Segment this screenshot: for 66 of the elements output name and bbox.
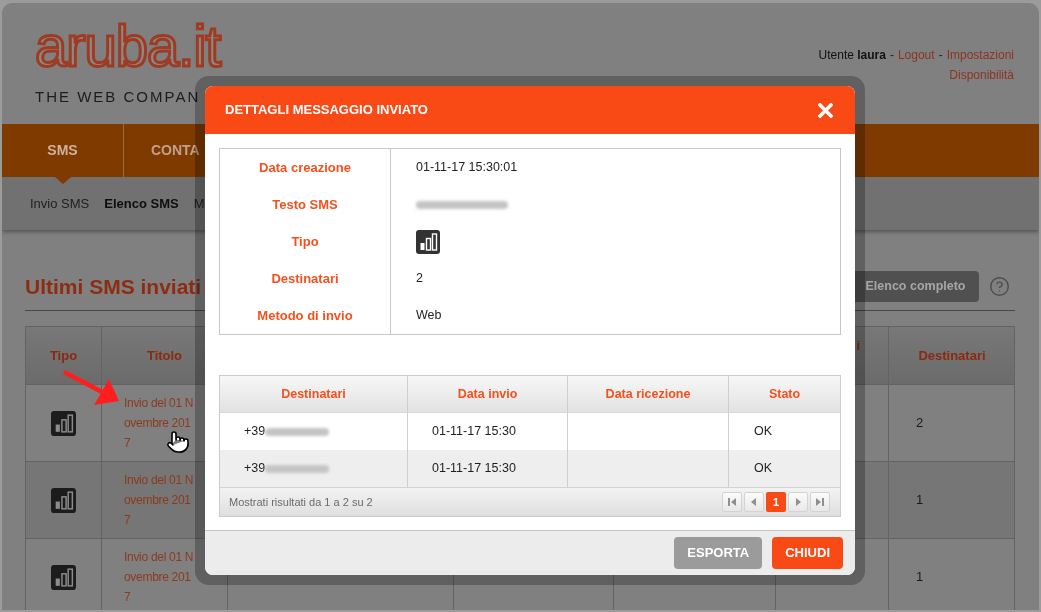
- recipients-count: 1: [916, 568, 924, 587]
- message-type-icon: [416, 229, 440, 254]
- sub-nav-link[interactable]: Invio SMS: [30, 193, 90, 214]
- field-value: 2: [416, 270, 423, 288]
- header-link[interactable]: Disponibilità: [949, 65, 1014, 85]
- blurred-text: [265, 464, 330, 473]
- phone-number: +39: [244, 423, 266, 441]
- page-button[interactable]: 1: [766, 492, 786, 512]
- sub-nav-link[interactable]: Elenco SMS: [104, 193, 179, 214]
- first-page-button[interactable]: [722, 492, 742, 512]
- triangle-left-icon: [749, 498, 759, 506]
- sent-date: 01-11-17 15:30: [432, 423, 516, 441]
- dialog-button[interactable]: ESPORTA: [674, 537, 763, 569]
- last-page-button[interactable]: [810, 492, 830, 512]
- user-label: Utente laura: [818, 47, 886, 64]
- pointer-arrow: [62, 368, 120, 406]
- nav-tab[interactable]: CONTA: [124, 124, 200, 177]
- field-label: Data creazione: [259, 158, 351, 177]
- skip-start-icon: [727, 498, 737, 506]
- field-value: 01-11-17 15:30:01: [416, 159, 518, 177]
- header-link[interactable]: Logout: [897, 45, 935, 65]
- recipients-count: 2: [916, 414, 924, 433]
- sub-nav-link[interactable]: M: [193, 193, 205, 214]
- help-icon[interactable]: [989, 276, 1010, 297]
- message-title-link[interactable]: Invio del 01 Novembre 2017: [124, 547, 195, 607]
- column-header: Data invio: [457, 385, 518, 403]
- column-header: Data ricezione: [605, 385, 691, 403]
- field-value: Web: [416, 307, 442, 325]
- column-header: Stato: [768, 385, 801, 403]
- triangle-right-icon: [793, 498, 803, 506]
- field-label: Tipo: [291, 232, 319, 251]
- results-summary: Mostrati risultati da 1 a 2 su 2: [229, 494, 373, 510]
- field-label: Metodo di invio: [257, 306, 353, 325]
- column-header: Destinatari: [281, 385, 346, 403]
- dialog-title: DETTAGLI MESSAGGIO INVIATO: [225, 101, 428, 120]
- previous-page-button[interactable]: [744, 492, 764, 512]
- message-type-icon: [51, 410, 76, 436]
- logo: aruba.it: [35, 17, 221, 75]
- field-label: Destinatari: [271, 269, 339, 288]
- column-header: Tipo: [49, 346, 78, 365]
- section-title: Ultimi SMS inviati: [25, 274, 202, 300]
- blurred-text: [265, 427, 330, 436]
- sent-date: 01-11-17 15:30: [432, 460, 516, 478]
- message-title-link[interactable]: Invio del 01 Novembre 2017: [124, 470, 195, 530]
- hand-cursor-icon: [166, 430, 190, 454]
- status-text: OK: [754, 423, 773, 441]
- skip-end-icon: [815, 498, 825, 506]
- field-label: Testo SMS: [272, 195, 338, 214]
- close-button[interactable]: [818, 102, 833, 118]
- phone-number: +39: [244, 460, 266, 478]
- recipients-count: 1: [916, 491, 924, 510]
- column-header: i: [856, 337, 860, 355]
- message-type-icon: [51, 487, 76, 513]
- close-icon: [818, 102, 833, 118]
- column-header: Titolo: [146, 346, 183, 365]
- next-page-button[interactable]: [788, 492, 808, 512]
- message-type-icon: [51, 564, 76, 590]
- header-link[interactable]: Impostazioni: [946, 45, 1014, 65]
- status-text: OK: [754, 460, 773, 478]
- separator: -: [889, 47, 894, 64]
- logo-tagline: THE WEB COMPAN: [35, 89, 201, 104]
- separator: -: [938, 47, 943, 64]
- message-title-link[interactable]: Invio del 01 Novembre 2017: [124, 393, 195, 453]
- full-list-button[interactable]: Elenco completo: [852, 271, 979, 302]
- dialog-button[interactable]: CHIUDI: [772, 537, 843, 569]
- column-header: Destinatari: [918, 346, 986, 365]
